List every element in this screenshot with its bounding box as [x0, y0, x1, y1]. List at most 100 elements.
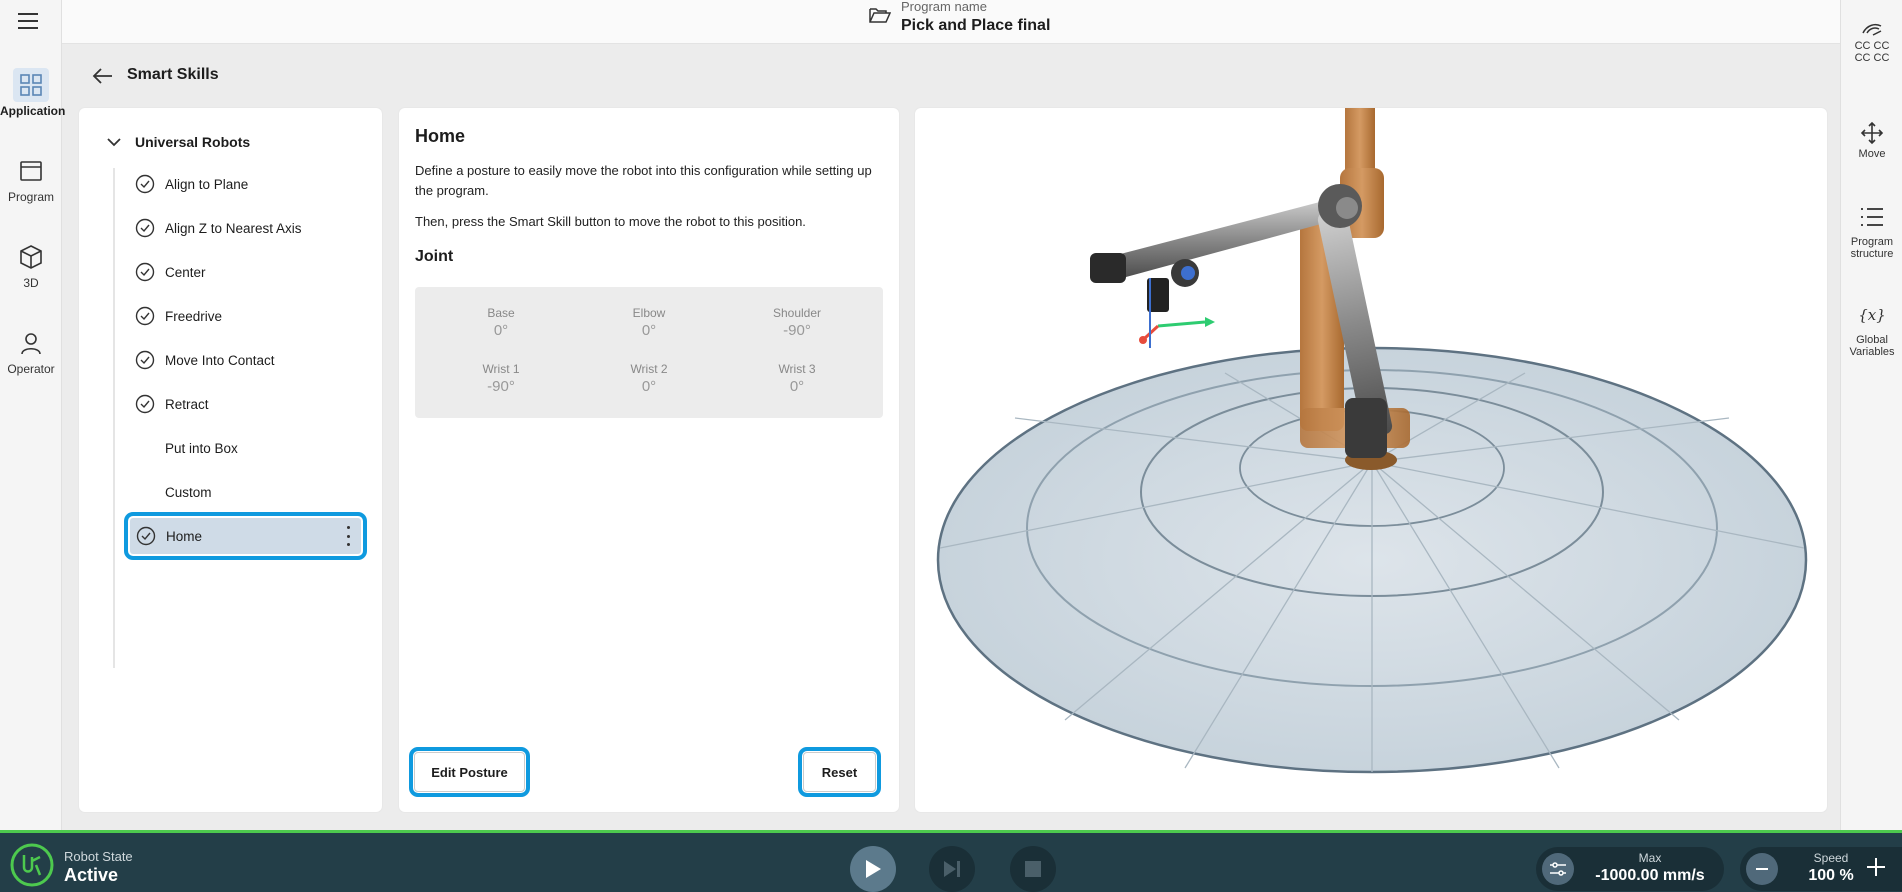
nav-label: structure: [1850, 248, 1894, 260]
robot-wrist: [1090, 253, 1126, 283]
tree-item-freedrive[interactable]: Freedrive: [129, 298, 361, 334]
tree-item-label: Align Z to Nearest Axis: [165, 220, 302, 236]
tree-item-custom[interactable]: Custom: [129, 474, 361, 510]
tree-item-center[interactable]: Center: [129, 254, 361, 290]
check-circle-icon: [136, 526, 156, 546]
program-name-block[interactable]: Program name Pick and Place final: [869, 0, 1050, 35]
minus-icon[interactable]: [1746, 853, 1778, 885]
joint-wrist-2: Wrist 2 0°: [589, 362, 709, 395]
program-name: Pick and Place final: [901, 17, 1051, 34]
cube-icon: [13, 240, 49, 274]
tree-item-move-into-contact[interactable]: Move Into Contact: [129, 342, 361, 378]
bottom-bar: Robot State Active Max -1000.00 mm/s Spe…: [0, 830, 1902, 892]
joint-section-title: Joint: [415, 248, 454, 265]
folder-icon: [869, 6, 892, 29]
person-icon: [13, 326, 49, 360]
joint-wrist-3: Wrist 3 0°: [737, 362, 857, 395]
program-window-icon: [13, 154, 49, 188]
nav-label: Application: [0, 104, 66, 118]
check-circle-icon: [135, 394, 155, 414]
reset-button[interactable]: Reset: [798, 747, 881, 797]
play-button[interactable]: [850, 846, 896, 892]
robot-state-label: Robot State: [64, 849, 133, 864]
plus-icon[interactable]: [1862, 853, 1890, 881]
nav-operator[interactable]: Operator: [0, 326, 62, 376]
skip-next-icon: [944, 861, 960, 877]
step-button[interactable]: [929, 846, 975, 892]
tree-item-put-into-box[interactable]: Put into Box: [129, 430, 361, 466]
edit-posture-button[interactable]: Edit Posture: [409, 747, 530, 797]
right-navigation: CC CC CC CC Move Program structure {x} G…: [1840, 0, 1902, 830]
skills-tree-panel: Universal Robots Align to Plane Align Z …: [79, 108, 382, 812]
joint-base: Base 0°: [441, 306, 561, 339]
nav-label: Global: [1856, 334, 1888, 346]
page-title: Smart Skills: [127, 66, 219, 83]
tree-item-label: Custom: [165, 484, 212, 500]
top-bar: Program name Pick and Place final: [62, 0, 1840, 44]
axis-x-arrow: [1205, 317, 1215, 327]
nav-label: 3D: [23, 276, 39, 290]
robot-shoulder-joint: [1345, 398, 1387, 458]
nav-label: Program: [7, 190, 54, 204]
tree-item-label: Move Into Contact: [165, 352, 275, 368]
joint-value: -90°: [487, 378, 515, 395]
hamburger-menu-icon[interactable]: [14, 8, 42, 32]
axis-y-tip: [1139, 336, 1147, 344]
nav-program[interactable]: Program: [0, 154, 62, 204]
tree-item-retract[interactable]: Retract: [129, 386, 361, 422]
joint-elbow: Elbow 0°: [589, 306, 709, 339]
tree-item-label: Put into Box: [165, 440, 238, 456]
joint-wrist-1: Wrist 1 -90°: [441, 362, 561, 395]
variables-icon: {x}: [1858, 306, 1886, 324]
chevron-down-icon: [107, 138, 121, 147]
nav-program-structure[interactable]: Program structure: [1841, 202, 1902, 260]
tree-group-universal-robots[interactable]: Universal Robots: [107, 134, 250, 150]
robot-elbow-cap: [1336, 197, 1358, 219]
robot-tool-center: [1181, 266, 1195, 280]
nav-label: Variables: [1849, 346, 1895, 358]
back-arrow-icon[interactable]: [92, 66, 114, 86]
tree-item-label: Align to Plane: [165, 176, 249, 192]
tree-guide-line: [113, 168, 115, 668]
program-label: Program name: [901, 0, 987, 14]
ur-logo-icon[interactable]: [10, 843, 54, 887]
nav-label: Program: [1850, 236, 1894, 248]
cc-line: CC CC: [1854, 40, 1890, 52]
detail-description-2: Then, press the Smart Skill button to mo…: [415, 214, 806, 229]
tree-item-align-z[interactable]: Align Z to Nearest Axis: [129, 210, 361, 246]
sliders-icon[interactable]: [1542, 853, 1574, 885]
nav-move[interactable]: Move: [1841, 118, 1902, 160]
play-icon: [866, 860, 881, 878]
skill-detail-panel: Home Define a posture to easily move the…: [399, 108, 899, 812]
hand-icon: [1841, 18, 1902, 40]
joint-label: Wrist 1: [482, 362, 520, 376]
cc-indicator[interactable]: CC CC CC CC: [1841, 18, 1902, 64]
nav-global-variables[interactable]: {x} Global Variables: [1841, 300, 1902, 359]
joint-shoulder: Shoulder -90°: [737, 306, 857, 339]
kebab-menu-icon[interactable]: [345, 526, 351, 546]
list-icon: [1841, 202, 1902, 232]
robot-state-value: Active: [64, 865, 119, 885]
max-speed-control: Max -1000.00 mm/s: [1536, 847, 1724, 891]
joint-value: 0°: [641, 378, 657, 395]
nav-application[interactable]: Application: [0, 68, 66, 118]
robot-3d-scene: [936, 108, 1808, 774]
tree-item-label: Retract: [165, 396, 209, 412]
check-circle-icon: [135, 306, 155, 326]
check-circle-icon: [135, 350, 155, 370]
joint-label: Wrist 2: [630, 362, 668, 376]
joint-label: Elbow: [632, 306, 666, 320]
left-navigation: Application Program 3D Operator: [0, 0, 66, 830]
stop-icon: [1025, 861, 1041, 877]
tree-item-home[interactable]: Home: [124, 512, 367, 560]
nav-3d[interactable]: 3D: [0, 240, 62, 290]
tree-item-align-to-plane[interactable]: Align to Plane: [129, 166, 361, 202]
cc-line: CC CC: [1854, 52, 1890, 64]
robot-3d-view[interactable]: [915, 108, 1827, 812]
check-circle-icon: [135, 262, 155, 282]
tree-group-label: Universal Robots: [135, 134, 251, 150]
tree-item-label: Freedrive: [165, 308, 223, 324]
joint-values-box: Base 0° Elbow 0° Shoulder -90° Wrist 1 -…: [415, 287, 883, 418]
stop-button[interactable]: [1010, 846, 1056, 892]
joint-label: Wrist 3: [778, 362, 816, 376]
